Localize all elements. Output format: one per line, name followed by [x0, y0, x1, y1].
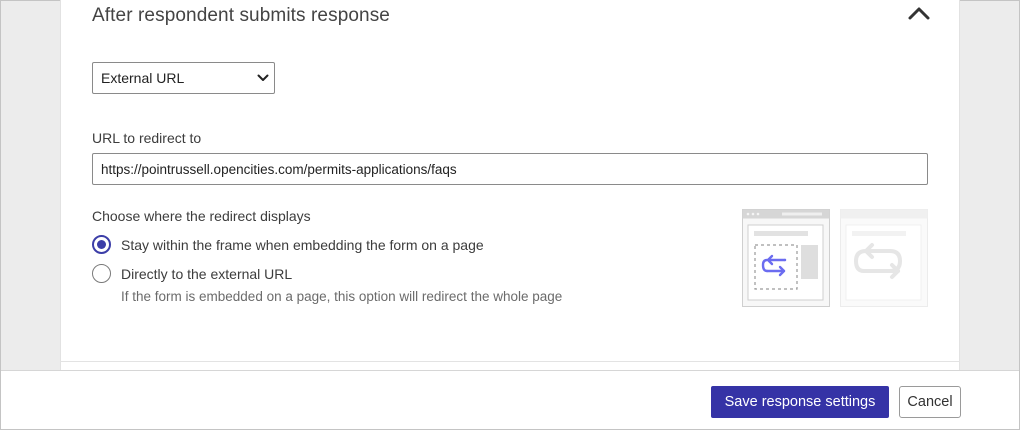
- radio-button-unchecked[interactable]: [92, 264, 111, 283]
- radio-external-url-label: Directly to the external URL: [121, 265, 293, 282]
- redirect-hint-text: If the form is embedded on a page, this …: [121, 289, 563, 304]
- settings-panel: [60, 0, 960, 372]
- collapse-section-button[interactable]: [904, 2, 934, 24]
- redirect-url-label: URL to redirect to: [92, 130, 202, 146]
- redirect-url-input[interactable]: [92, 153, 928, 185]
- save-response-settings-button[interactable]: Save response settings: [711, 386, 889, 418]
- destination-select[interactable]: External URL: [92, 62, 275, 94]
- radio-external-url[interactable]: Directly to the external URL: [92, 264, 292, 283]
- stay-in-frame-illustration-icon: [742, 209, 830, 307]
- destination-select-value: External URL: [101, 70, 185, 86]
- radio-stay-in-frame[interactable]: Stay within the frame when embedding the…: [92, 235, 484, 254]
- cancel-button[interactable]: Cancel: [899, 386, 961, 418]
- section-title: After respondent submits response: [92, 5, 390, 26]
- panel-divider: [60, 361, 960, 362]
- radio-stay-in-frame-label: Stay within the frame when embedding the…: [121, 236, 484, 253]
- chevron-down-icon: [252, 74, 274, 82]
- redirect-display-label: Choose where the redirect displays: [92, 208, 311, 224]
- chevron-up-icon: [908, 7, 930, 20]
- radio-button-checked[interactable]: [92, 235, 111, 254]
- direct-external-illustration-icon: [840, 209, 928, 307]
